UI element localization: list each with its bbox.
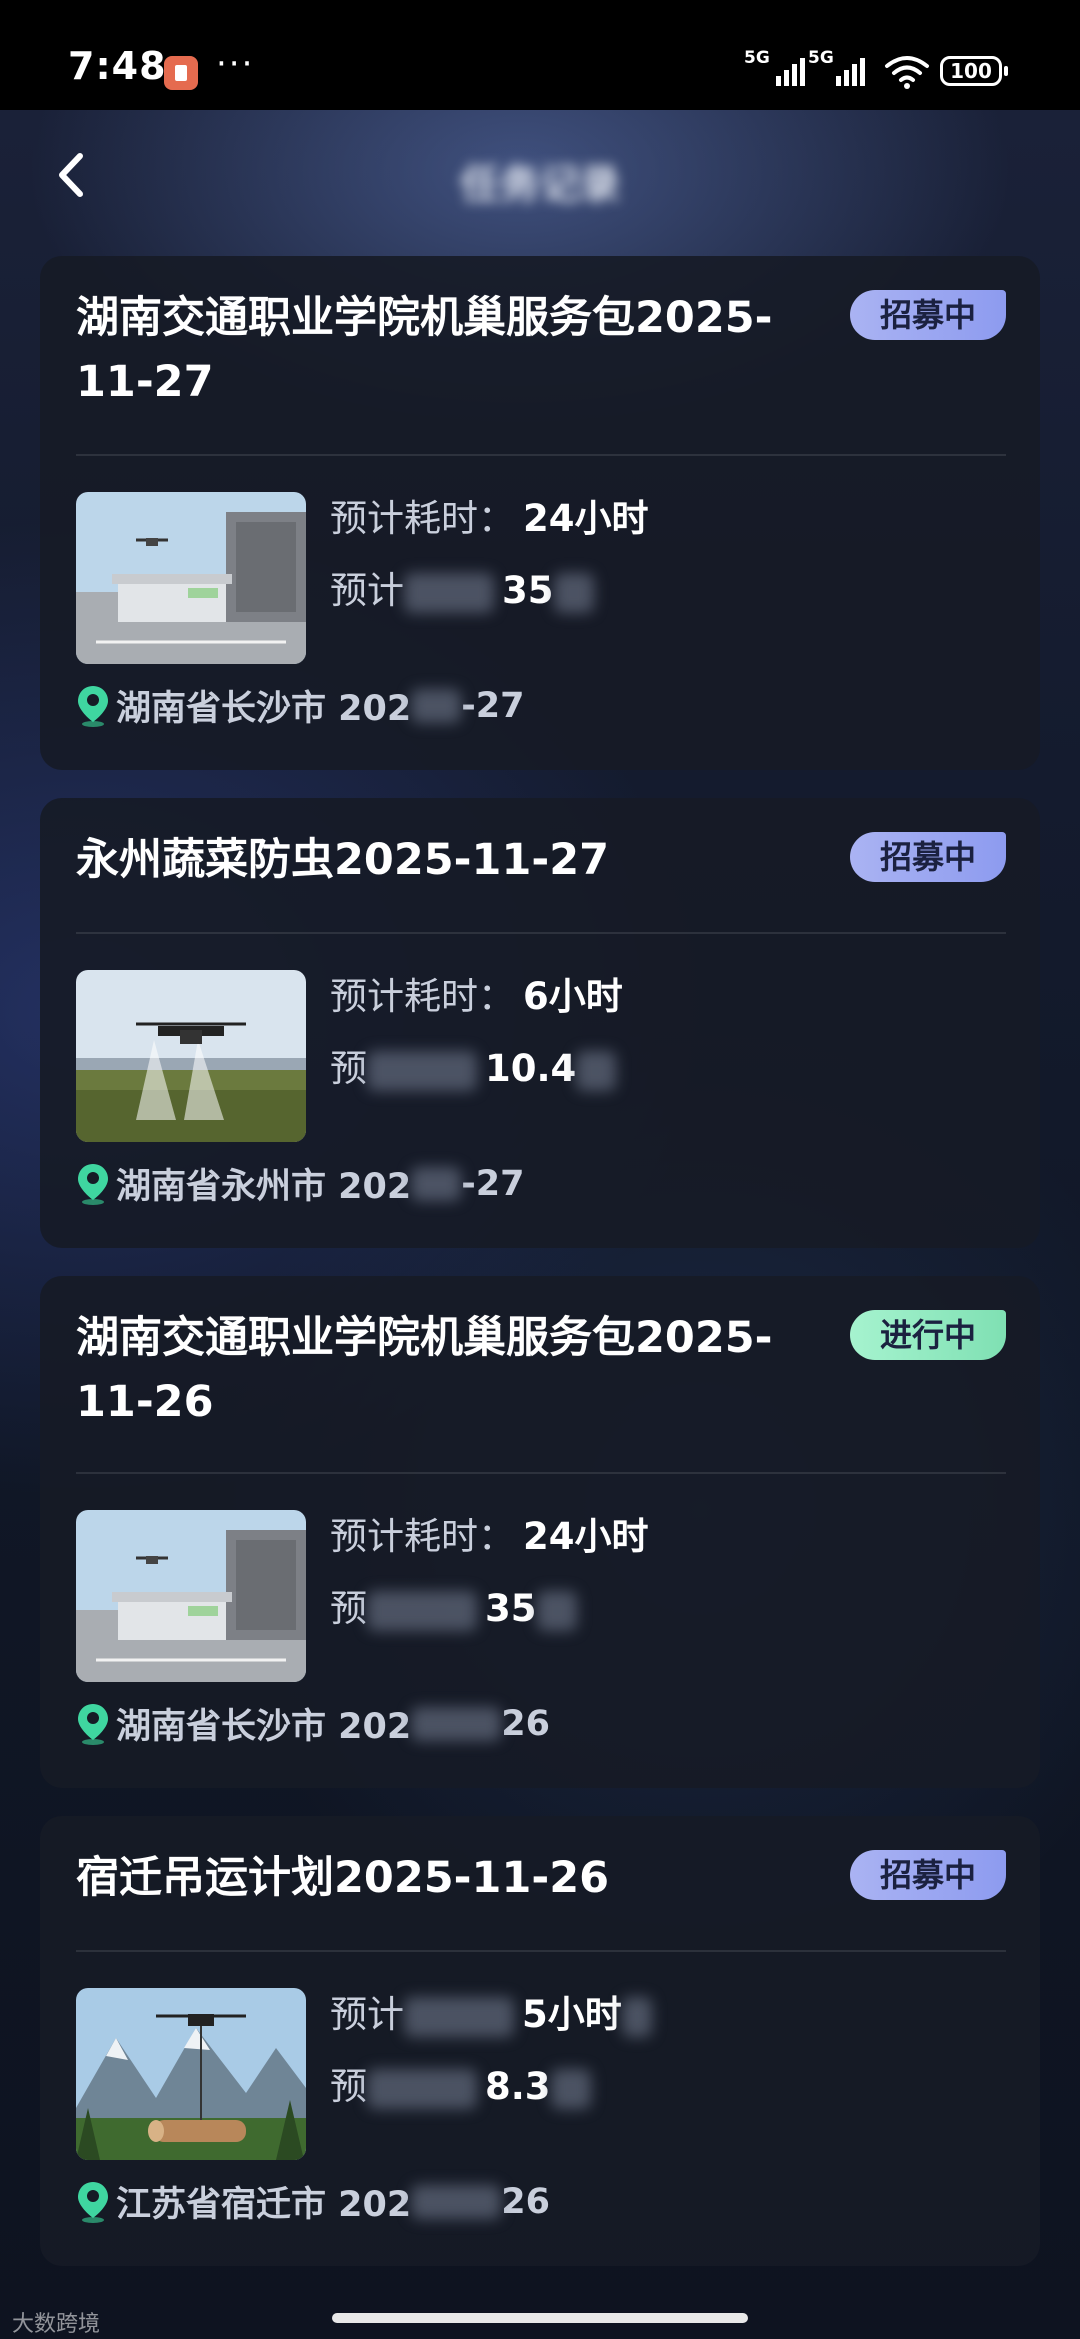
location-date-tail: 26 [501, 2181, 550, 2222]
home-indicator[interactable] [332, 2313, 748, 2323]
lifting-drone-log-image [76, 1988, 306, 2160]
more-notifications-icon: ··· [216, 44, 255, 84]
location-row: 江苏省宿迁市 202 26 [76, 2176, 550, 2227]
location-text: 湖南省长沙市 202 [116, 689, 412, 729]
network-type-2: 5G [808, 48, 834, 68]
location-date-tail: -27 [461, 1163, 525, 1204]
location-pin-icon [78, 685, 108, 727]
battery-icon: 100 [940, 56, 1008, 86]
watermark-text: 大数跨境 [12, 2312, 101, 2337]
estimated-income-label: 预 [330, 1587, 367, 1630]
redacted-text [404, 1996, 514, 2037]
estimated-time-row: 预计 5小时 [330, 1990, 652, 2040]
estimated-time-value: 24小时 [523, 497, 649, 540]
location-row: 湖南省长沙市 202 -27 [76, 680, 524, 731]
page-title: 任务记录 [460, 162, 620, 208]
network-type-1: 5G [744, 48, 770, 68]
location-date-tail: -27 [461, 685, 525, 726]
redacted-text [553, 572, 594, 613]
divider [76, 1950, 1006, 1952]
estimated-income-row: 预 8.3 [330, 2062, 591, 2112]
redacted-text [536, 1590, 577, 1631]
signal-icon-2 [836, 56, 865, 86]
status-badge: 进行中 [850, 1310, 1006, 1360]
estimated-income-value: 10.4 [485, 1047, 577, 1090]
location-text: 湖南省永州市 202 [116, 1167, 412, 1207]
estimated-income-row: 预计 35 [330, 566, 594, 616]
estimated-time-label: 预计耗时： [330, 497, 515, 540]
estimated-income-value: 35 [485, 1587, 537, 1630]
estimated-income-row: 预 10.4 [330, 1044, 617, 1094]
estimated-time-row: 预计耗时： 24小时 [330, 494, 649, 544]
estimated-income-label: 预计 [330, 569, 404, 612]
status-badge: 招募中 [850, 832, 1006, 882]
estimated-income-value: 35 [502, 569, 554, 612]
divider [76, 932, 1006, 934]
drone-nest-image [76, 492, 306, 664]
location-text: 湖南省长沙市 202 [116, 1707, 412, 1747]
redacted-text [411, 1166, 462, 1201]
status-time: 7:48 [68, 44, 167, 88]
signal-icon-1 [776, 56, 805, 86]
task-title: 湖南交通职业学院机巢服务包2025-11-27 [76, 293, 773, 407]
estimated-time-label: 预计耗时： [330, 975, 515, 1018]
estimated-income-row: 预 35 [330, 1584, 577, 1634]
redacted-text [576, 1050, 617, 1091]
status-badge: 招募中 [850, 290, 1006, 340]
location-pin-icon [78, 1163, 108, 1205]
crop-spraying-drone-image [76, 970, 306, 1142]
task-card[interactable]: 湖南交通职业学院机巢服务包2025-11-26 进行中 预计耗时： 24小时 预 3… [40, 1276, 1040, 1788]
task-thumbnail [76, 1988, 306, 2160]
task-card[interactable]: 湖南交通职业学院机巢服务包2025-11-27 招募中 预计耗时： 24小时 预计… [40, 256, 1040, 770]
task-thumbnail [76, 1510, 306, 1682]
drone-nest-image [76, 1510, 306, 1682]
redacted-text [367, 1590, 477, 1631]
task-thumbnail [76, 970, 306, 1142]
location-row: 湖南省永州市 202 -27 [76, 1158, 524, 1209]
task-title: 永州蔬菜防虫2025-11-27 [76, 835, 610, 885]
notification-app-icon [164, 56, 198, 90]
estimated-income-value: 8.3 [485, 2065, 551, 2108]
redacted-text [367, 2068, 477, 2109]
redacted-text [550, 2068, 591, 2109]
estimated-time-label: 预计耗时： [330, 1515, 515, 1558]
redacted-text [367, 1050, 477, 1091]
status-badge: 招募中 [850, 1850, 1006, 1900]
estimated-income-label: 预 [330, 1047, 367, 1090]
estimated-time-label: 预计 [330, 1993, 404, 2036]
location-pin-icon [78, 2181, 108, 2223]
wifi-icon [885, 56, 929, 89]
estimated-time-row: 预计耗时： 24小时 [330, 1512, 649, 1562]
redacted-text [411, 2184, 502, 2219]
task-thumbnail [76, 492, 306, 664]
estimated-income-label: 预 [330, 2065, 367, 2108]
estimated-time-value: 5小时 [522, 1993, 622, 2036]
location-row: 湖南省长沙市 202 26 [76, 1698, 550, 1749]
task-card[interactable]: 宿迁吊运计划2025-11-26 招募中 预计 5小时 预 8.3 江苏省宿迁市 2… [40, 1816, 1040, 2266]
redacted-text [411, 688, 462, 723]
divider [76, 1472, 1006, 1474]
location-text: 江苏省宿迁市 202 [116, 2185, 412, 2225]
redacted-text [411, 1706, 502, 1741]
divider [76, 454, 1006, 456]
task-title: 宿迁吊运计划2025-11-26 [76, 1853, 610, 1903]
estimated-time-value: 6小时 [523, 975, 623, 1018]
redacted-text [404, 572, 494, 613]
task-title: 湖南交通职业学院机巢服务包2025-11-26 [76, 1313, 773, 1427]
task-card[interactable]: 永州蔬菜防虫2025-11-27 招募中 预计耗时： 6小时 预 10.4 湖南省永… [40, 798, 1040, 1248]
estimated-time-row: 预计耗时： 6小时 [330, 972, 623, 1022]
estimated-time-value: 24小时 [523, 1515, 649, 1558]
status-bar: 7:48 ··· 5G 5G 100 [0, 0, 1080, 110]
location-date-tail: 26 [501, 1703, 550, 1744]
redacted-text [621, 1996, 652, 2037]
location-pin-icon [78, 1703, 108, 1745]
